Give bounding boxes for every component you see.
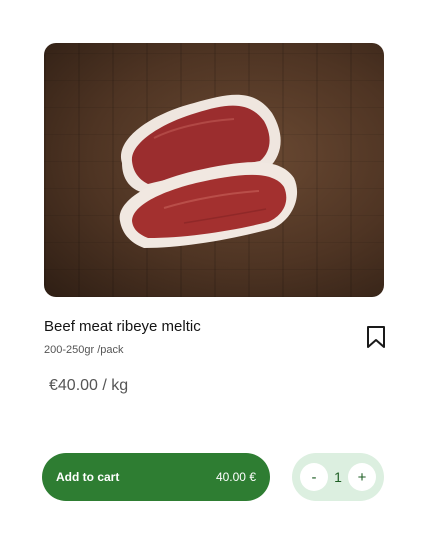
product-image — [44, 43, 384, 297]
product-pack-size: 200-250gr /pack — [44, 344, 124, 356]
ribeye-steak-illustration — [119, 94, 298, 248]
increment-button[interactable]: + — [347, 463, 376, 491]
decrement-button[interactable]: - — [300, 463, 328, 491]
add-to-cart-button[interactable]: Add to cart 40.00 € — [42, 453, 270, 501]
bookmark-icon[interactable] — [366, 325, 386, 349]
quantity-stepper: - 1 + — [292, 453, 384, 501]
product-price: €40.00 / kg — [49, 377, 129, 394]
quantity-value: 1 — [334, 469, 342, 485]
product-name: Beef meat ribeye meltic — [44, 318, 201, 335]
add-to-cart-label: Add to cart — [56, 470, 120, 484]
cart-total: 40.00 € — [215, 470, 256, 484]
